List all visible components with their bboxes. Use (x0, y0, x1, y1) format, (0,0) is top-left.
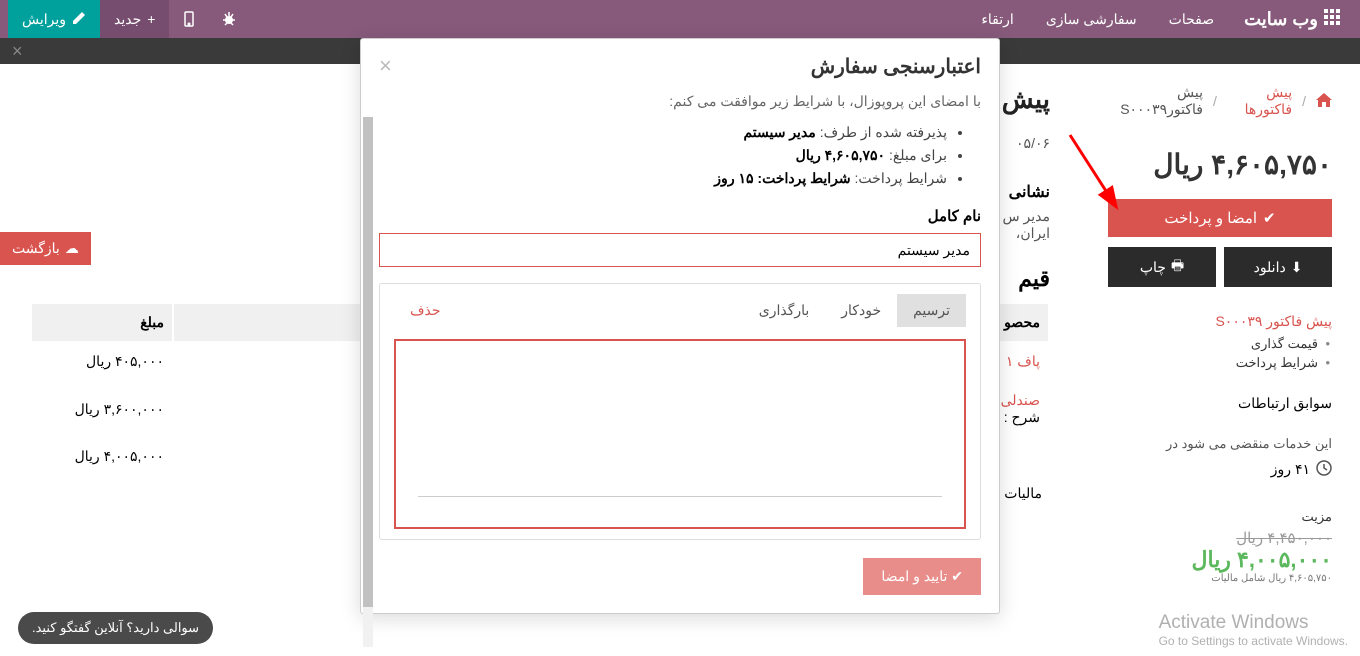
chat-widget[interactable]: سوالی دارید؟ آنلاین گفتگو کنید. (18, 612, 213, 644)
tab-auto[interactable]: خودکار (825, 294, 897, 327)
confirm-label: تایید و امضا (881, 568, 947, 584)
li-label: پذیرفته شده از طرف: (820, 124, 947, 140)
tab-upload[interactable]: بارگذاری (743, 294, 826, 327)
breadcrumb-link[interactable]: پیش فاکتورها (1227, 84, 1292, 118)
order-validation-modal: اعتبارسنجی سفارش × با امضای این پروپوزال… (360, 38, 1000, 614)
li-value: مدیر سیستم (743, 124, 815, 140)
sign-pay-button[interactable]: ✔ امضا و پرداخت (1108, 199, 1332, 237)
nav-pages[interactable]: صفحات (1155, 11, 1228, 28)
download-label: دانلود (1254, 259, 1286, 276)
nav-customize[interactable]: سفارشی سازی (1032, 11, 1151, 28)
plus-icon: + (147, 11, 155, 27)
apps-icon (1324, 9, 1340, 30)
product-desc: شرح : (1004, 409, 1040, 425)
confirm-sign-button[interactable]: ✔ تایید و امضا (863, 558, 981, 595)
sidebar-link-invoice[interactable]: پیش فاکتور S۰۰۰۳۹ (1108, 313, 1332, 330)
breadcrumb-sep: / (1213, 93, 1217, 109)
nav-promote[interactable]: ارتقاء (967, 11, 1027, 28)
breadcrumb-sep: / (1302, 93, 1306, 109)
expires-label: این خدمات منقضی می شود در (1108, 436, 1332, 452)
agree-list: پذیرفته شده از طرف: مدیر سیستم برای مبلغ… (379, 124, 981, 187)
sign-pay-label: امضا و پرداخت (1164, 209, 1257, 227)
li-label: شرایط پرداخت: (855, 170, 947, 186)
print-label: چاپ (1140, 259, 1166, 276)
home-icon[interactable] (1316, 93, 1332, 110)
breadcrumb-current: پیش فاکتورS۰۰۰۳۹ (1108, 84, 1203, 118)
clock-icon (1316, 460, 1332, 479)
sidebar: / پیش فاکتورها / پیش فاکتورS۰۰۰۳۹ ۴,۶۰۵,… (1080, 64, 1360, 656)
check-icon: ✔ (951, 568, 963, 584)
print-icon: 🖶 (1171, 255, 1184, 279)
bug-icon[interactable] (209, 0, 249, 38)
breadcrumb: / پیش فاکتورها / پیش فاکتورS۰۰۰۳۹ (1108, 84, 1332, 118)
full-name-input[interactable] (379, 233, 981, 267)
pencil-icon (72, 11, 86, 28)
price-discounted: ۴,۰۰۵,۰۰۰ ریال (1108, 547, 1332, 573)
amount-cell: ۴۰۵,۰۰۰ ریال (32, 343, 172, 380)
sidebar-link-pricing[interactable]: قیمت گذاری (1108, 336, 1332, 352)
price-struck: ۴,۴۵۰,۰۰۰ ریال (1108, 529, 1332, 547)
sidebar-link-terms[interactable]: شرایط پرداخت (1108, 355, 1332, 371)
price-note: ۴,۶۰۵,۷۵۰ ریال شامل مالیات (1108, 573, 1332, 584)
total-price: ۴,۶۰۵,۷۵۰ ریال (1108, 148, 1332, 181)
li-label: برای مبلغ: (889, 147, 947, 163)
back-label: بازگشت (12, 240, 60, 257)
signature-delete[interactable]: حذف (394, 294, 457, 327)
back-button[interactable]: ☁ بازگشت (0, 232, 91, 265)
name-label: نام کامل (379, 207, 981, 225)
tab-draw[interactable]: ترسیم (897, 294, 966, 327)
new-label: جدید (114, 11, 141, 28)
li-value: ۴,۶۰۵,۷۵۰ ریال (796, 147, 885, 163)
edit-label: ویرایش (22, 11, 66, 28)
advantage-label: مزیت (1108, 509, 1332, 525)
li-value: شرایط پرداخت: ۱۵ روز (714, 170, 850, 186)
site-brand[interactable]: وب سایت (1232, 9, 1352, 30)
download-icon: ⬇ (1291, 259, 1303, 276)
check-icon: ✔ (1263, 209, 1276, 227)
signature-canvas[interactable] (394, 339, 966, 529)
days-value: ۴۱ روز (1271, 461, 1310, 478)
edit-button[interactable]: ویرایش (8, 0, 100, 38)
sidebar-history-link[interactable]: سوابق ارتباطات (1108, 395, 1332, 412)
site-brand-label: وب سایت (1244, 9, 1318, 30)
new-button[interactable]: + جدید (100, 0, 169, 38)
top-navigation: وب سایت صفحات سفارشی سازی ارتقاء + جدید … (0, 0, 1360, 38)
col-amount: مبلغ (32, 304, 172, 341)
subtotal-cell: ۴,۰۰۵,۰۰۰ ریال (32, 438, 172, 475)
mobile-icon[interactable] (169, 0, 209, 38)
expires-days: ۴۱ روز (1108, 460, 1332, 479)
product-cell[interactable]: صندلی (1001, 392, 1040, 408)
agree-intro: با امضای این پروپوزال، با شرایط زیر مواف… (379, 93, 981, 110)
amount-cell: ۳,۶۰۰,۰۰۰ ریال (32, 382, 172, 436)
cloud-icon: ☁ (65, 240, 79, 257)
close-subbar-icon[interactable]: × (12, 41, 23, 62)
print-button[interactable]: 🖶 چاپ (1108, 247, 1216, 287)
modal-close-button[interactable]: × (379, 53, 392, 79)
download-button[interactable]: ⬇ دانلود (1224, 247, 1332, 287)
signature-panel: ترسیم خودکار بارگذاری حذف (379, 283, 981, 540)
modal-title: اعتبارسنجی سفارش (811, 54, 981, 79)
